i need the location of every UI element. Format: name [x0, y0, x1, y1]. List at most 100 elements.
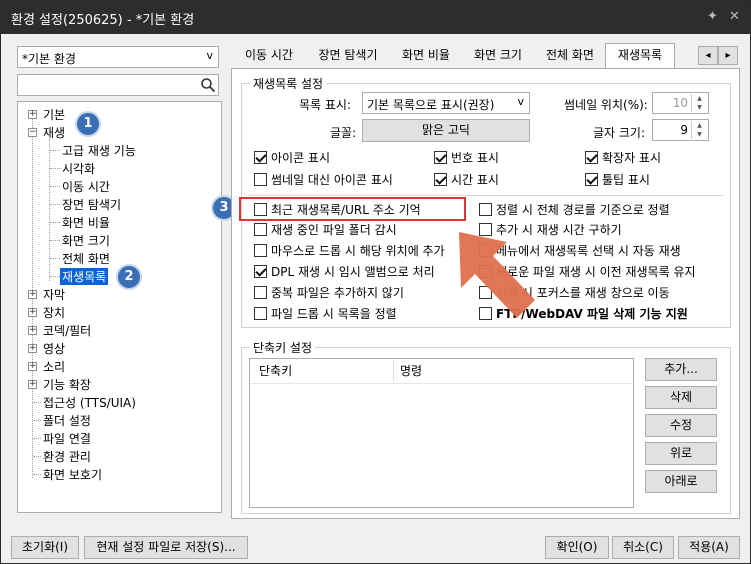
save-as-button[interactable]: 현재 설정 파일로 저장(S)... — [84, 536, 248, 559]
tree-item-scene-explorer[interactable]: 장면 탐색기 — [62, 196, 121, 213]
tree-item-video[interactable]: 영상 — [43, 340, 65, 357]
preset-combo-value: *기본 환경 — [22, 52, 76, 66]
highlight-box — [239, 197, 466, 221]
font-size-spinner[interactable]: 9 ▲ ▼ — [652, 119, 709, 141]
collapse-icon[interactable]: − — [28, 128, 37, 137]
tree-item-extensions[interactable]: 기능 확장 — [43, 376, 91, 393]
tab-seek-time[interactable]: 이동 시간 — [233, 44, 305, 68]
tree-item-playlist[interactable]: 재생목록 — [60, 268, 109, 285]
tree-item-devices[interactable]: 장치 — [43, 304, 65, 321]
settings-window: 환경 설정(250625) - *기본 환경 ✦ ✕ *기본 환경 v + 기본… — [0, 0, 751, 564]
divider — [248, 195, 724, 196]
close-icon[interactable]: ✕ — [729, 9, 740, 24]
checkbox-icon — [254, 286, 267, 299]
group-title: 단축키 설정 — [250, 339, 316, 356]
chevron-down-icon: v — [517, 95, 524, 108]
move-up-button[interactable]: 위로 — [645, 442, 717, 465]
show-icon-checkbox[interactable]: 아이콘 표시 — [254, 150, 330, 166]
preset-combo[interactable]: *기본 환경 v — [17, 46, 219, 68]
tree-item-basic[interactable]: 기본 — [43, 106, 65, 123]
settings-tree[interactable]: + 기본 − 재생 고급 재생 기능 시각화 이동 시간 장면 탐색기 화면 비… — [17, 101, 222, 513]
tab-fullscreen[interactable]: 전체 화면 — [535, 44, 605, 68]
edit-shortcut-button[interactable]: 수정 — [645, 414, 717, 437]
step-badge-2: 2 — [116, 264, 142, 290]
spinner-arrows-icon[interactable]: ▲ ▼ — [691, 121, 707, 139]
tree-item-subtitles[interactable]: 자막 — [43, 286, 65, 303]
checkbox-checked-icon — [254, 265, 267, 278]
dpl-temp-album-checkbox[interactable]: DPL 재생 시 임시 앨범으로 처리 — [254, 264, 435, 280]
sort-by-full-path-checkbox[interactable]: 정렬 시 전체 경로를 기준으로 정렬 — [479, 202, 670, 218]
list-display-label: 목록 표시: — [299, 98, 352, 112]
sort-on-drop-checkbox[interactable]: 파일 드롭 시 목록을 정렬 — [254, 306, 397, 322]
spinner-arrows-icon[interactable]: ▲ ▼ — [691, 94, 707, 112]
tree-item-playback[interactable]: 재생 — [43, 124, 65, 141]
apply-button[interactable]: 적용(A) — [678, 536, 740, 559]
expand-icon[interactable]: + — [28, 380, 37, 389]
group-title: 재생목록 설정 — [250, 75, 327, 92]
tree-item-aspect-ratio[interactable]: 화면 비율 — [62, 214, 110, 231]
tree-item-folder-settings[interactable]: 폴더 설정 — [43, 412, 91, 429]
tree-item-audio[interactable]: 소리 — [43, 358, 65, 375]
reset-button[interactable]: 초기화(I) — [11, 536, 79, 559]
tree-item-fullscreen[interactable]: 전체 화면 — [62, 250, 110, 267]
expand-icon[interactable]: + — [28, 326, 37, 335]
checkbox-icon — [254, 223, 267, 236]
expand-icon[interactable]: + — [28, 290, 37, 299]
tab-scroll-left-button[interactable]: ◂ — [698, 46, 718, 65]
tree-item-advanced-playback[interactable]: 고급 재생 기능 — [62, 142, 136, 159]
expand-icon[interactable]: + — [28, 110, 37, 119]
pin-icon[interactable]: ✦ — [707, 9, 718, 24]
tab-screen-size[interactable]: 화면 크기 — [463, 44, 533, 68]
ok-button[interactable]: 확인(O) — [545, 536, 609, 559]
delete-shortcut-button[interactable]: 삭제 — [645, 386, 717, 409]
list-display-combo[interactable]: 기본 목록으로 표시(권장) v — [362, 92, 530, 114]
search-icon[interactable] — [200, 77, 216, 93]
font-button[interactable]: 맑은 고딕 — [362, 119, 530, 142]
search-input[interactable] — [17, 74, 219, 96]
add-shortcut-button[interactable]: 추가... — [645, 358, 717, 381]
expand-icon[interactable]: + — [28, 308, 37, 317]
checkbox-icon — [254, 173, 267, 186]
font-size-label: 글자 크기: — [593, 126, 646, 140]
tree-item-profile-management[interactable]: 환경 관리 — [43, 448, 91, 465]
tree-item-accessibility[interactable]: 접근성 (TTS/UIA) — [43, 394, 136, 411]
expand-icon[interactable]: + — [28, 362, 37, 371]
tree-item-file-association[interactable]: 파일 연결 — [43, 430, 91, 447]
tab-aspect-ratio[interactable]: 화면 비율 — [391, 44, 461, 68]
tab-scene-explorer[interactable]: 장면 탐색기 — [307, 44, 389, 68]
checkbox-icon — [254, 244, 267, 257]
icon-instead-of-thumbnail-checkbox[interactable]: 썸네일 대신 아이콘 표시 — [254, 172, 393, 188]
show-number-checkbox[interactable]: 번호 표시 — [434, 150, 499, 166]
step-badge-1: 1 — [75, 111, 101, 137]
thumbnail-position-spinner[interactable]: 10 ▲ ▼ — [652, 92, 709, 114]
window-title: 환경 설정(250625) - *기본 환경 — [11, 13, 195, 28]
checkbox-icon — [479, 203, 492, 216]
skip-duplicates-checkbox[interactable]: 중복 파일은 추가하지 않기 — [254, 285, 404, 301]
expand-icon[interactable]: + — [28, 344, 37, 353]
tab-scroll-right-button[interactable]: ▸ — [718, 46, 738, 65]
show-tooltip-checkbox[interactable]: 툴팁 표시 — [585, 172, 650, 188]
tree-item-screen-size[interactable]: 화면 크기 — [62, 232, 110, 249]
checkbox-icon — [254, 307, 267, 320]
font-label: 글꼴: — [330, 126, 357, 140]
tab-playlist[interactable]: 재생목록 — [605, 43, 675, 69]
drop-at-position-checkbox[interactable]: 마우스로 드롭 시 해당 위치에 추가 — [254, 243, 445, 259]
move-down-button[interactable]: 아래로 — [645, 470, 717, 493]
show-extension-checkbox[interactable]: 확장자 표시 — [585, 150, 661, 166]
tree-item-visualization[interactable]: 시각화 — [62, 160, 95, 177]
font-size-value: 9 — [680, 123, 688, 137]
tree-item-seek-time[interactable]: 이동 시간 — [62, 178, 110, 195]
tree-item-codec-filter[interactable]: 코덱/필터 — [43, 322, 91, 339]
checkbox-checked-icon — [434, 151, 447, 164]
thumbnail-position-label: 썸네일 위치(%): — [564, 98, 648, 112]
checkbox-checked-icon — [254, 151, 267, 164]
title-bar[interactable]: 환경 설정(250625) - *기본 환경 ✦ ✕ — [1, 1, 750, 34]
watch-playing-folder-checkbox[interactable]: 재생 중인 파일 폴더 감시 — [254, 222, 397, 238]
shortcut-list[interactable]: 단축키 명령 — [249, 358, 634, 508]
column-header-command[interactable]: 명령 — [400, 359, 422, 383]
show-time-checkbox[interactable]: 시간 표시 — [434, 172, 499, 188]
column-header-shortcut[interactable]: 단축키 — [259, 359, 292, 383]
cancel-button[interactable]: 취소(C) — [612, 536, 674, 559]
chevron-down-icon: v — [206, 49, 213, 62]
tree-item-screensaver[interactable]: 화면 보호기 — [43, 466, 102, 483]
